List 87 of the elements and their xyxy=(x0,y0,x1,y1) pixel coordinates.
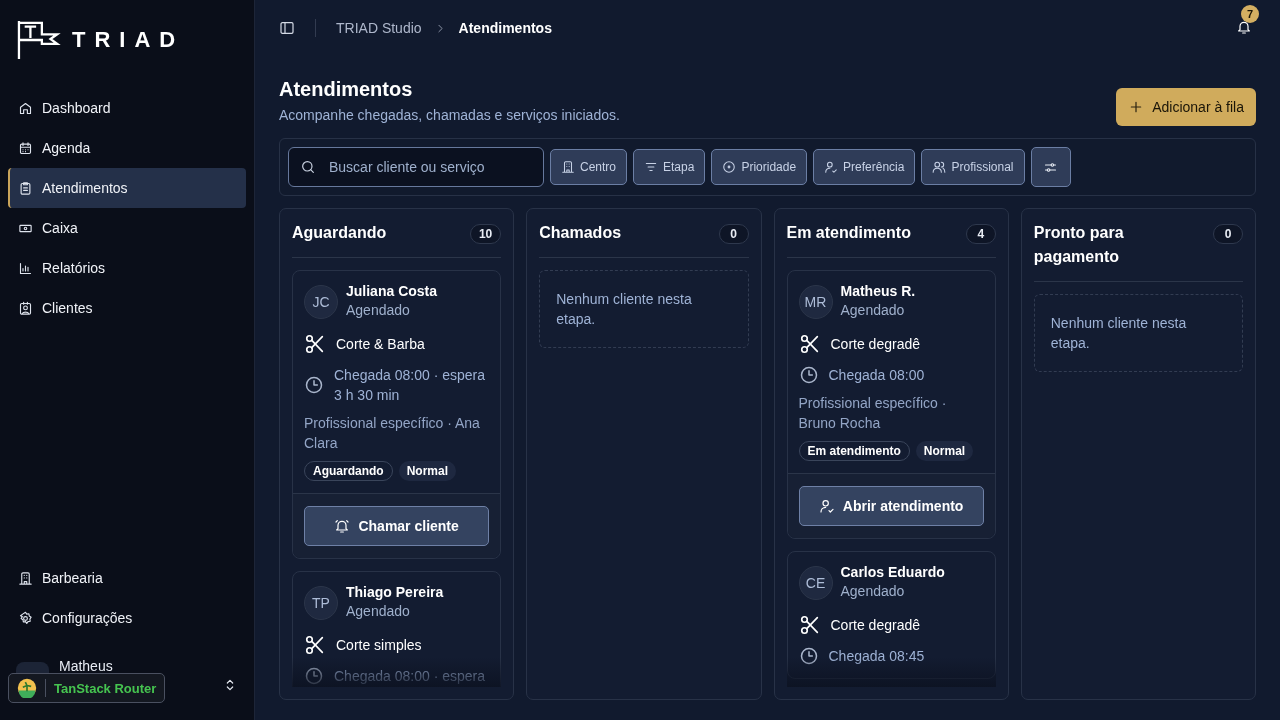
column-title: Chamados xyxy=(539,223,622,243)
count-badge: 10 xyxy=(469,224,502,244)
sidebar-toggle-icon[interactable] xyxy=(279,20,295,36)
scissors-icon xyxy=(304,333,326,355)
settings-icon xyxy=(18,610,33,626)
professional-preference: Profissional específico · Bruno Rocha xyxy=(798,394,948,433)
scissors-icon xyxy=(798,333,821,355)
client-status: Agendado xyxy=(346,603,411,619)
search-icon xyxy=(300,159,316,175)
call-client-button[interactable]: Chamar cliente xyxy=(304,506,490,546)
open-service-button[interactable]: Abrir atendimento xyxy=(798,486,984,526)
arrival-time: Chegada 08:00 xyxy=(828,366,925,385)
status-tag: Normal xyxy=(915,441,974,461)
sidebar-item[interactable]: Agenda xyxy=(8,128,246,168)
avatar: MR xyxy=(798,285,833,319)
service-name: Corte degradê xyxy=(830,616,920,635)
sidebar-item[interactable]: Dashboard xyxy=(8,88,246,128)
user-check-icon xyxy=(824,160,839,174)
breadcrumb-item[interactable]: TRIAD Studio xyxy=(336,20,422,36)
status-tag: Normal xyxy=(398,461,456,481)
arrival-time: Chegada 08:00 · espera xyxy=(334,667,485,686)
clock-icon xyxy=(304,375,324,395)
contact-card-icon xyxy=(18,300,33,316)
client-name: Thiago Pereira xyxy=(346,584,444,600)
filter-button[interactable]: Prioridade xyxy=(711,149,808,185)
building-icon xyxy=(18,570,33,586)
filter-button[interactable]: Centro xyxy=(550,149,628,185)
clipboard-icon xyxy=(18,180,33,196)
users-icon xyxy=(932,160,947,174)
column-title: Pronto para pagamento xyxy=(1033,223,1125,267)
client-name: Carlos Eduardo xyxy=(840,564,945,580)
bell-ringing-icon xyxy=(334,518,351,534)
home-icon xyxy=(18,100,33,116)
bell-icon[interactable] xyxy=(1236,19,1252,35)
clock-icon xyxy=(798,365,819,385)
sidebar-item[interactable]: Atendimentos xyxy=(8,168,246,208)
sidebar-item[interactable]: Relatórios xyxy=(8,248,246,288)
user-name: Matheus xyxy=(59,658,113,674)
circle-dot-icon xyxy=(722,160,737,174)
arrival-time: Chegada 08:00 · espera 3 h 30 min xyxy=(334,366,486,405)
service-name: Corte degradê xyxy=(830,335,920,354)
filter-button[interactable]: Preferência xyxy=(813,149,916,185)
clock-icon xyxy=(304,666,324,686)
count-badge: 4 xyxy=(965,224,996,244)
client-status: Agendado xyxy=(840,583,906,599)
service-name: Corte & Barba xyxy=(336,335,425,354)
scissors-icon xyxy=(304,634,326,656)
sidebar-item[interactable]: Barbearia xyxy=(8,558,246,598)
breadcrumb-item: Atendimentos xyxy=(458,20,552,36)
sidebar-item[interactable]: Caixa xyxy=(8,208,246,248)
building-icon xyxy=(561,160,575,174)
palm-island-icon xyxy=(17,678,37,698)
page-title: Atendimentos xyxy=(279,78,414,101)
empty-state: Nenhum cliente nesta etapa. xyxy=(539,270,749,348)
column-title: Aguardando xyxy=(292,223,387,243)
client-status: Agendado xyxy=(346,302,411,318)
page-subtitle: Acompanhe chegadas, chamadas e serviços iniciados. xyxy=(279,107,620,123)
devtools-badge[interactable]: TanStack Router xyxy=(8,673,166,703)
client-name: Matheus R. xyxy=(840,283,916,299)
filter-button[interactable]: Profissional xyxy=(921,149,1025,185)
count-badge: 0 xyxy=(1213,224,1243,244)
avatar: TP xyxy=(304,586,338,620)
bar-chart-icon xyxy=(18,260,33,276)
settings-button[interactable] xyxy=(1030,147,1071,187)
sidebar-item[interactable]: Configurações xyxy=(8,598,246,638)
notification-count: 7 xyxy=(1241,5,1259,23)
arrival-time: Chegada 08:45 xyxy=(828,647,925,666)
calendar-icon xyxy=(18,140,33,156)
logo-flag-icon xyxy=(16,19,62,61)
client-name: Juliana Costa xyxy=(346,283,438,299)
filter-button[interactable]: Etapa xyxy=(633,149,706,185)
professional-preference: Profissional específico · Ana Clara xyxy=(304,414,481,453)
search-field[interactable]: Buscar cliente ou serviço xyxy=(288,147,544,187)
service-name: Corte simples xyxy=(336,636,422,655)
empty-state: Nenhum cliente nesta etapa. xyxy=(1033,294,1243,372)
filter-icon xyxy=(644,160,659,174)
brand-name: TRIAD xyxy=(72,27,185,53)
add-to-queue-button[interactable]: Adicionar à fila xyxy=(1116,88,1256,126)
clock-icon xyxy=(798,646,819,666)
scissors-icon xyxy=(798,614,821,636)
avatar: CE xyxy=(798,566,833,600)
count-badge: 0 xyxy=(718,224,749,244)
client-status: Agendado xyxy=(840,302,906,318)
avatar: JC xyxy=(304,285,338,319)
column-title: Em atendimento xyxy=(786,223,911,243)
sidebar-item[interactable]: Clientes xyxy=(8,288,246,328)
user-check-icon xyxy=(818,498,835,514)
